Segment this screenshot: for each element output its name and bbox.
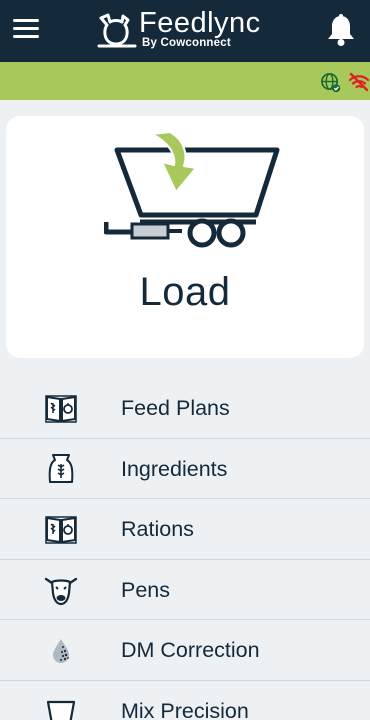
brand-subtitle: By Cowconnect [142,37,231,49]
menu-item-label: Ingredients [121,456,228,481]
menu-item-dm-correction[interactable]: DM Correction [0,620,370,681]
main-menu-list: Feed Plans Ingredients Rations Pens DM C… [0,378,370,720]
connection-status-bar [0,62,370,100]
menu-item-label: Pens [121,577,171,602]
menu-item-label: DM Correction [121,638,260,662]
globe-check-icon [321,73,341,93]
menu-item-rations[interactable]: Rations [0,499,370,560]
menu-item-label: Feed Plans [121,396,230,420]
cow-head-icon [44,577,78,605]
menu-item-feed-plans[interactable]: Feed Plans [0,378,370,439]
menu-item-label: Rations [121,517,194,541]
cow-logo-icon [97,13,137,48]
load-label: Load [139,270,231,314]
menu-item-ingredients[interactable]: Ingredients [0,439,370,499]
load-card[interactable] [6,116,364,358]
bell-icon[interactable] [325,13,357,47]
grain-sack-icon [48,453,74,483]
recipe-book-icon [45,395,77,423]
trailer-load-icon [104,132,280,248]
menu-item-pens[interactable]: Pens [0,560,370,620]
menu-item-mix-precision[interactable]: Mix Precision [0,681,370,720]
hamburger-menu-icon[interactable] [13,19,39,41]
mixer-icon [46,700,76,720]
brand-logo: Feedlync By Cowconnect [97,7,277,54]
wifi-off-icon [348,72,370,92]
moisture-drop-icon [53,639,69,663]
app-header: Feedlync By Cowconnect [0,0,370,62]
brand-name: Feedlync [139,7,261,39]
recipe-book-icon [45,516,77,544]
menu-item-label: Mix Precision [121,698,249,720]
